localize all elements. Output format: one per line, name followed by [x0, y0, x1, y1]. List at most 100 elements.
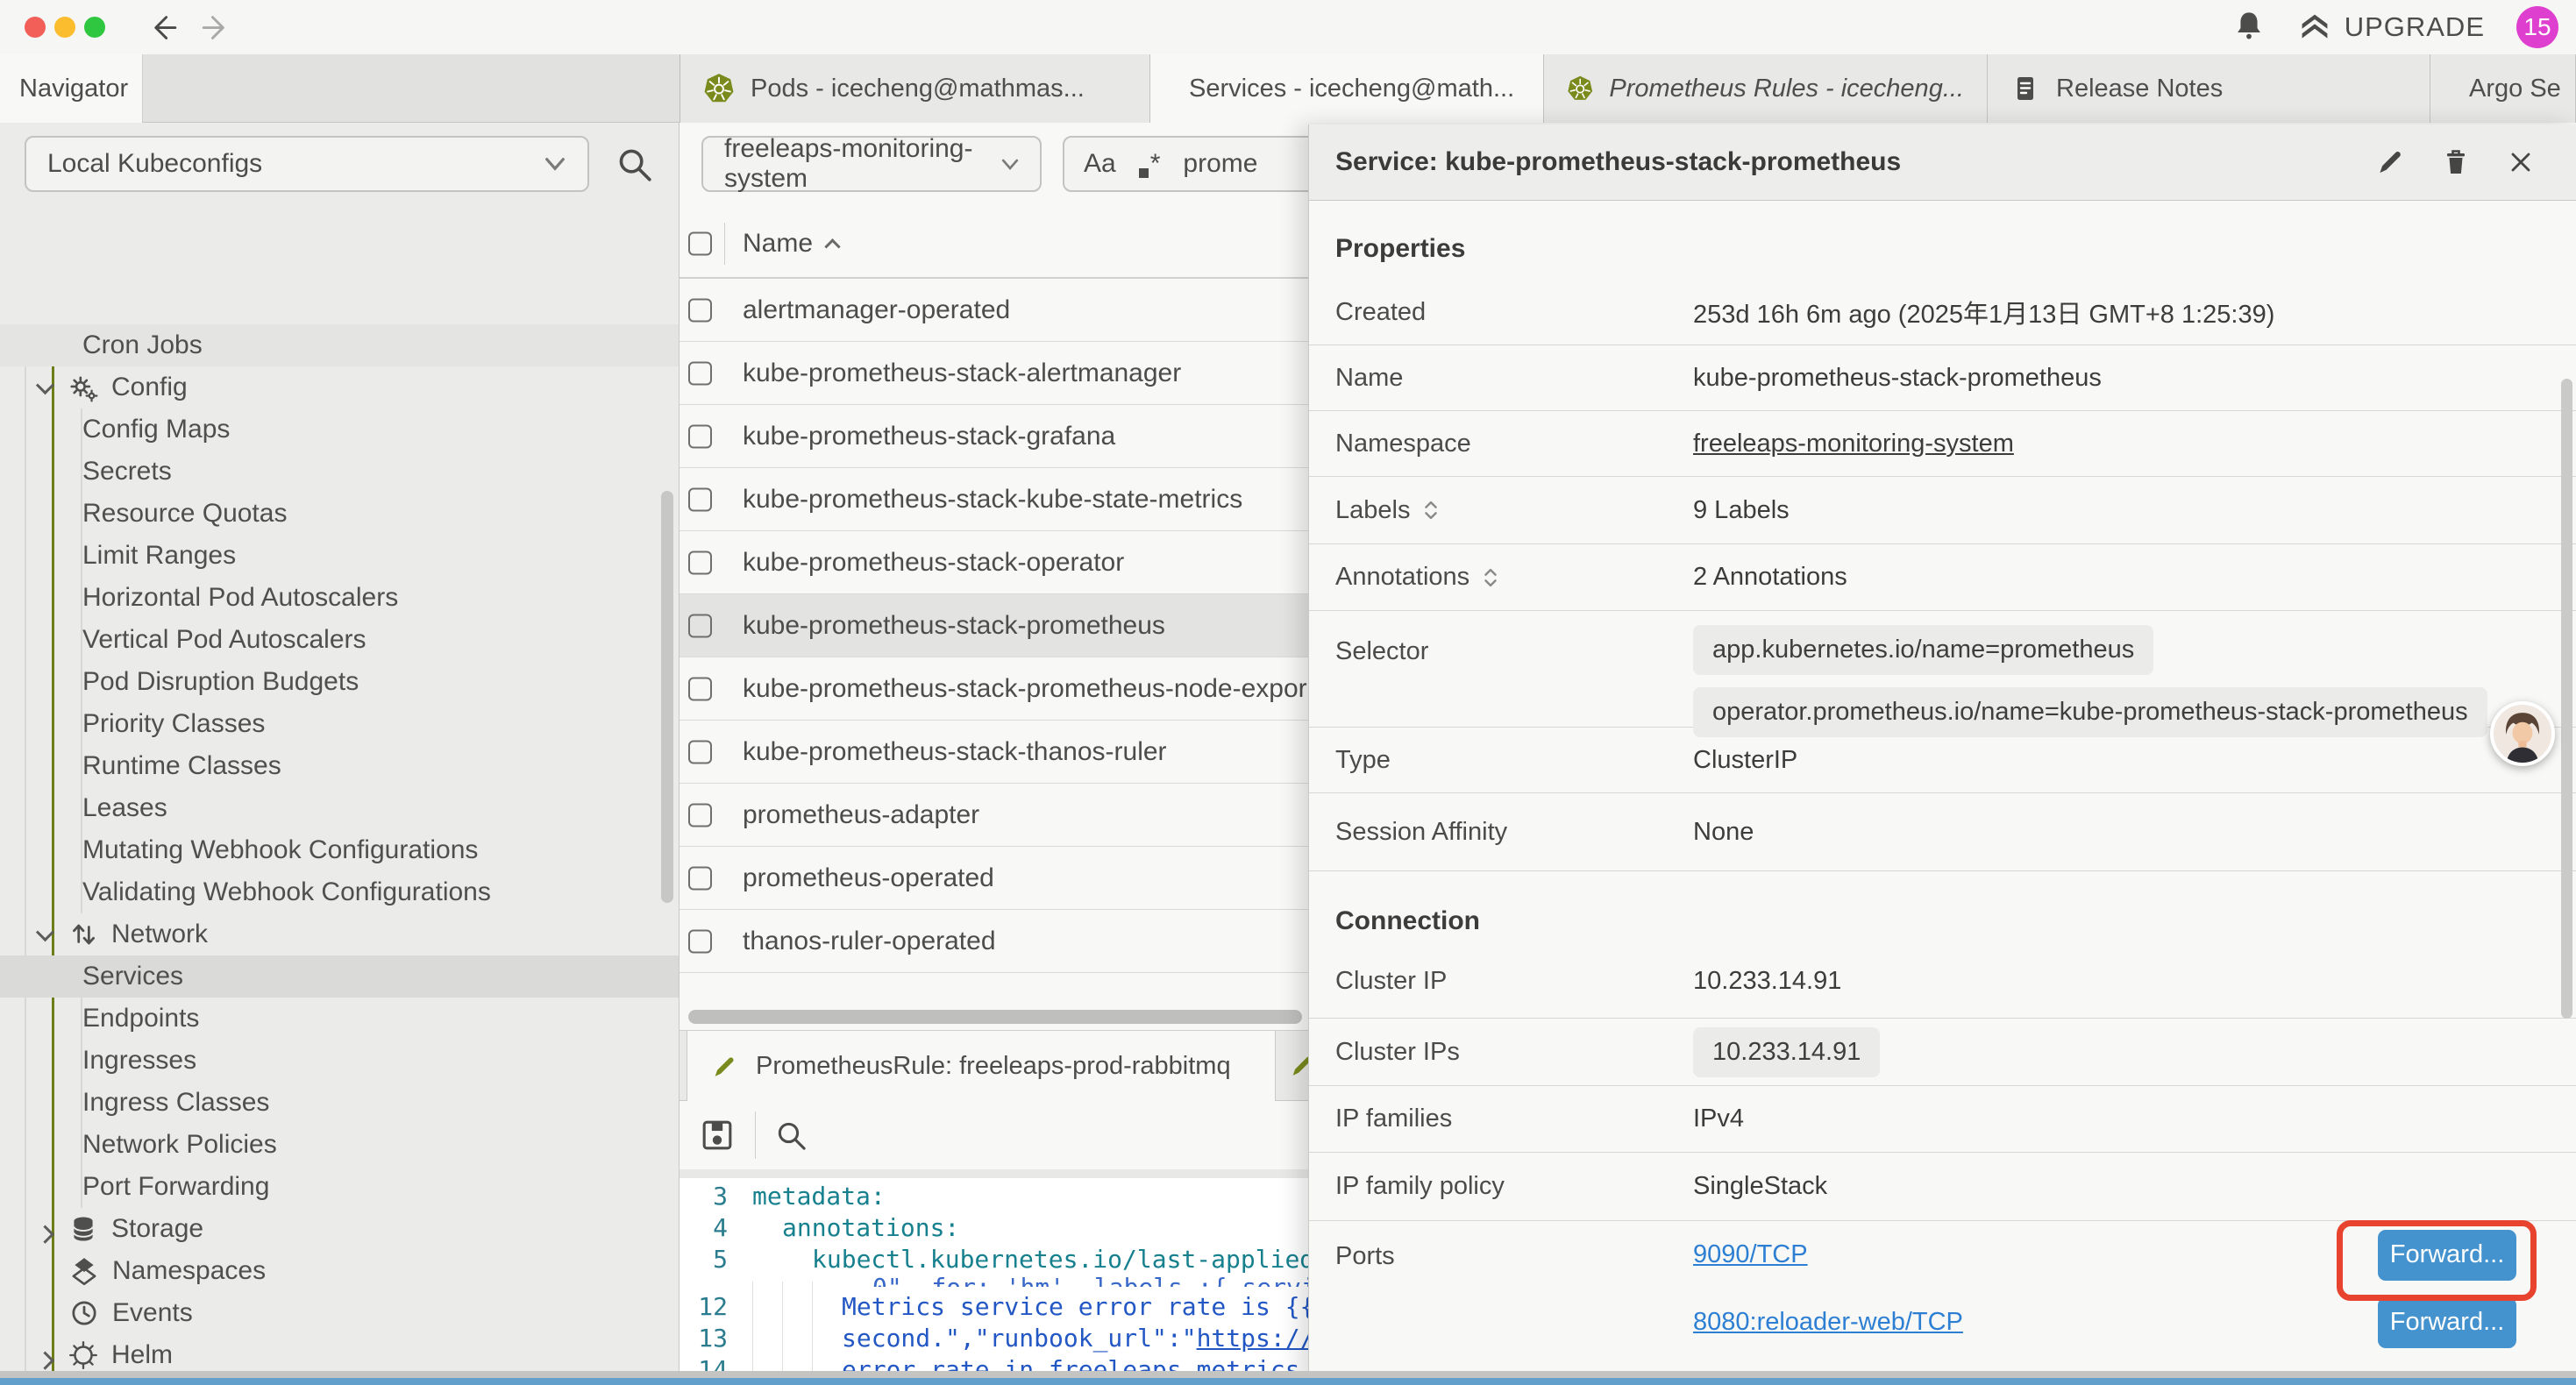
sort-toggle-icon[interactable]	[1482, 567, 1499, 588]
editor-tab-bar: PrometheusRule: freeleaps-prod-rabbitmq	[680, 1030, 1308, 1101]
bottom-scrollbar-strip[interactable]	[0, 1371, 2576, 1378]
minimize-window-button[interactable]	[54, 17, 75, 38]
row-checkbox[interactable]	[688, 614, 712, 637]
kubeconfig-selector[interactable]: Local Kubeconfigs	[25, 136, 589, 192]
tab-release-notes[interactable]: Release Notes	[1988, 54, 2430, 123]
table-row[interactable]: kube-prometheus-stack-operator	[680, 531, 1308, 594]
sidebar-item-ingress-classes[interactable]: Ingress Classes	[0, 1082, 680, 1124]
sidebar-item-storage[interactable]: Storage	[0, 1208, 680, 1250]
tab-services-active[interactable]: Services - icecheng@math... ×	[1150, 54, 1544, 123]
tab-prometheus-rules[interactable]: Prometheus Rules - icecheng...	[1544, 54, 1988, 123]
sidebar-scrollbar[interactable]	[661, 491, 673, 903]
row-checkbox[interactable]	[688, 740, 712, 764]
code-link[interactable]: https://net	[1197, 1324, 1308, 1353]
sidebar-item-runtime-classes[interactable]: Runtime Classes	[0, 745, 680, 787]
upgrade-button[interactable]: UPGRADE	[2297, 11, 2485, 43]
sidebar-item-services[interactable]: Services	[0, 955, 680, 998]
tab-navigator[interactable]: Navigator	[0, 54, 143, 123]
notification-count-badge[interactable]: 15	[2516, 6, 2558, 48]
table-row[interactable]: kube-prometheus-stack-kube-state-metrics	[680, 468, 1308, 531]
sidebar-item-network[interactable]: Network	[0, 913, 680, 955]
row-checkbox[interactable]	[688, 803, 712, 827]
sidebar-item-cron-jobs[interactable]: Cron Jobs	[0, 324, 680, 366]
sidebar-item-validating-webhook-configurations[interactable]: Validating Webhook Configurations	[0, 871, 680, 913]
table-row[interactable]: kube-prometheus-stack-prometheus-node-ex…	[680, 657, 1308, 721]
yaml-editor[interactable]: 3 metadata: 4 annotations: 5 kubectl.kub…	[680, 1178, 1308, 1371]
table-row[interactable]: thanos-ruler-operated	[680, 910, 1308, 973]
sidebar-item-network-policies[interactable]: Network Policies	[0, 1124, 680, 1166]
regex-toggle[interactable]: *	[1139, 149, 1161, 179]
row-checkbox[interactable]	[688, 550, 712, 574]
table-row[interactable]: kube-prometheus-stack-alertmanager	[680, 342, 1308, 405]
sidebar-item-events[interactable]: Events	[0, 1292, 680, 1334]
table-row[interactable]: kube-prometheus-stack-thanos-ruler	[680, 721, 1308, 784]
forward-button[interactable]: Forward...	[2378, 1297, 2516, 1348]
close-icon[interactable]	[2506, 147, 2536, 177]
avatar[interactable]	[2490, 701, 2555, 766]
sidebar-item-resource-quotas[interactable]: Resource Quotas	[0, 493, 680, 535]
sidebar-item-secrets[interactable]: Secrets	[0, 451, 680, 493]
cluster-ip-badge: 10.233.14.91	[1693, 1027, 1880, 1077]
forward-arrow-icon[interactable]	[200, 11, 235, 46]
sidebar-item-port-forwarding[interactable]: Port Forwarding	[0, 1166, 680, 1208]
close-window-button[interactable]	[25, 17, 46, 38]
tab-pods[interactable]: Pods - icecheng@mathmas...	[680, 54, 1150, 123]
sidebar-item-vertical-pod-autoscalers[interactable]: Vertical Pod Autoscalers	[0, 619, 680, 661]
row-checkbox[interactable]	[688, 487, 712, 511]
search-icon[interactable]	[774, 1119, 809, 1154]
document-icon	[2010, 74, 2040, 103]
sidebar-item-limit-ranges[interactable]: Limit Ranges	[0, 535, 680, 577]
row-checkbox[interactable]	[688, 298, 712, 322]
upgrade-label: UPGRADE	[2345, 11, 2485, 43]
network-arrows-icon	[68, 919, 99, 950]
row-checkbox[interactable]	[688, 361, 712, 385]
chevron-down-icon	[544, 157, 566, 171]
kubernetes-icon	[1567, 73, 1593, 104]
save-icon[interactable]	[699, 1117, 736, 1154]
row-checkbox[interactable]	[688, 677, 712, 700]
edit-pencil-icon[interactable]	[2374, 146, 2406, 178]
sidebar-item-ingresses[interactable]: Ingresses	[0, 1040, 680, 1082]
row-checkbox[interactable]	[688, 866, 712, 890]
sidebar-item-helm[interactable]: Helm	[0, 1334, 680, 1371]
select-all-checkbox[interactable]	[688, 232, 712, 256]
horizontal-scrollbar[interactable]	[688, 1010, 1302, 1024]
sidebar-item-namespaces[interactable]: Namespaces	[0, 1250, 680, 1292]
name-column-header[interactable]: Name	[743, 229, 838, 259]
code-line: error rate in freeleaps metrics ser	[842, 1355, 1308, 1372]
sidebar-item-pod-disruption-budgets[interactable]: Pod Disruption Budgets	[0, 661, 680, 703]
code-line: metadata:	[752, 1182, 886, 1211]
sort-toggle-icon[interactable]	[1422, 500, 1440, 521]
tab-argo[interactable]: Argo Se	[2430, 54, 2576, 123]
table-row-selected[interactable]: kube-prometheus-stack-prometheus	[680, 594, 1308, 657]
editor-tab-prometheusrule[interactable]: PrometheusRule: freeleaps-prod-rabbitmq	[687, 1031, 1276, 1102]
zoom-window-button[interactable]	[84, 17, 105, 38]
search-icon[interactable]	[616, 146, 654, 184]
namespace-link[interactable]: freeleaps-monitoring-system	[1693, 430, 2014, 458]
code-line: Metrics service error rate is {{ $va	[842, 1292, 1308, 1321]
sidebar-item-config[interactable]: Config	[0, 366, 680, 408]
sidebar-item-endpoints[interactable]: Endpoints	[0, 998, 680, 1040]
row-checkbox[interactable]	[688, 929, 712, 953]
table-row[interactable]: prometheus-operated	[680, 847, 1308, 910]
sidebar-item-leases[interactable]: Leases	[0, 787, 680, 829]
sidebar-item-priority-classes[interactable]: Priority Classes	[0, 703, 680, 745]
notifications-bell-icon[interactable]	[2232, 10, 2266, 45]
sidebar-item-config-maps[interactable]: Config Maps	[0, 408, 680, 451]
search-input[interactable]: Aa * prome	[1063, 136, 1308, 192]
case-sensitive-toggle[interactable]: Aa	[1084, 149, 1116, 179]
detail-scrollbar[interactable]	[2561, 379, 2572, 1019]
row-checkbox[interactable]	[688, 424, 712, 448]
detail-row-name: Name kube-prometheus-stack-prometheus	[1309, 345, 2576, 411]
namespace-filter-select[interactable]: freeleaps-monitoring-system	[701, 136, 1042, 192]
sidebar-item-mutating-webhook-configurations[interactable]: Mutating Webhook Configurations	[0, 829, 680, 871]
delete-trash-icon[interactable]	[2441, 146, 2471, 178]
port-link-8080[interactable]: 8080:reloader-web/TCP	[1693, 1308, 1963, 1337]
chevron-down-icon	[1001, 158, 1019, 171]
table-row[interactable]: kube-prometheus-stack-grafana	[680, 405, 1308, 468]
table-row[interactable]: alertmanager-operated	[680, 279, 1308, 342]
back-arrow-icon[interactable]	[145, 11, 180, 46]
port-link-9090[interactable]: 9090/TCP	[1693, 1240, 1808, 1269]
table-row[interactable]: prometheus-adapter	[680, 784, 1308, 847]
sidebar-item-horizontal-pod-autoscalers[interactable]: Horizontal Pod Autoscalers	[0, 577, 680, 619]
